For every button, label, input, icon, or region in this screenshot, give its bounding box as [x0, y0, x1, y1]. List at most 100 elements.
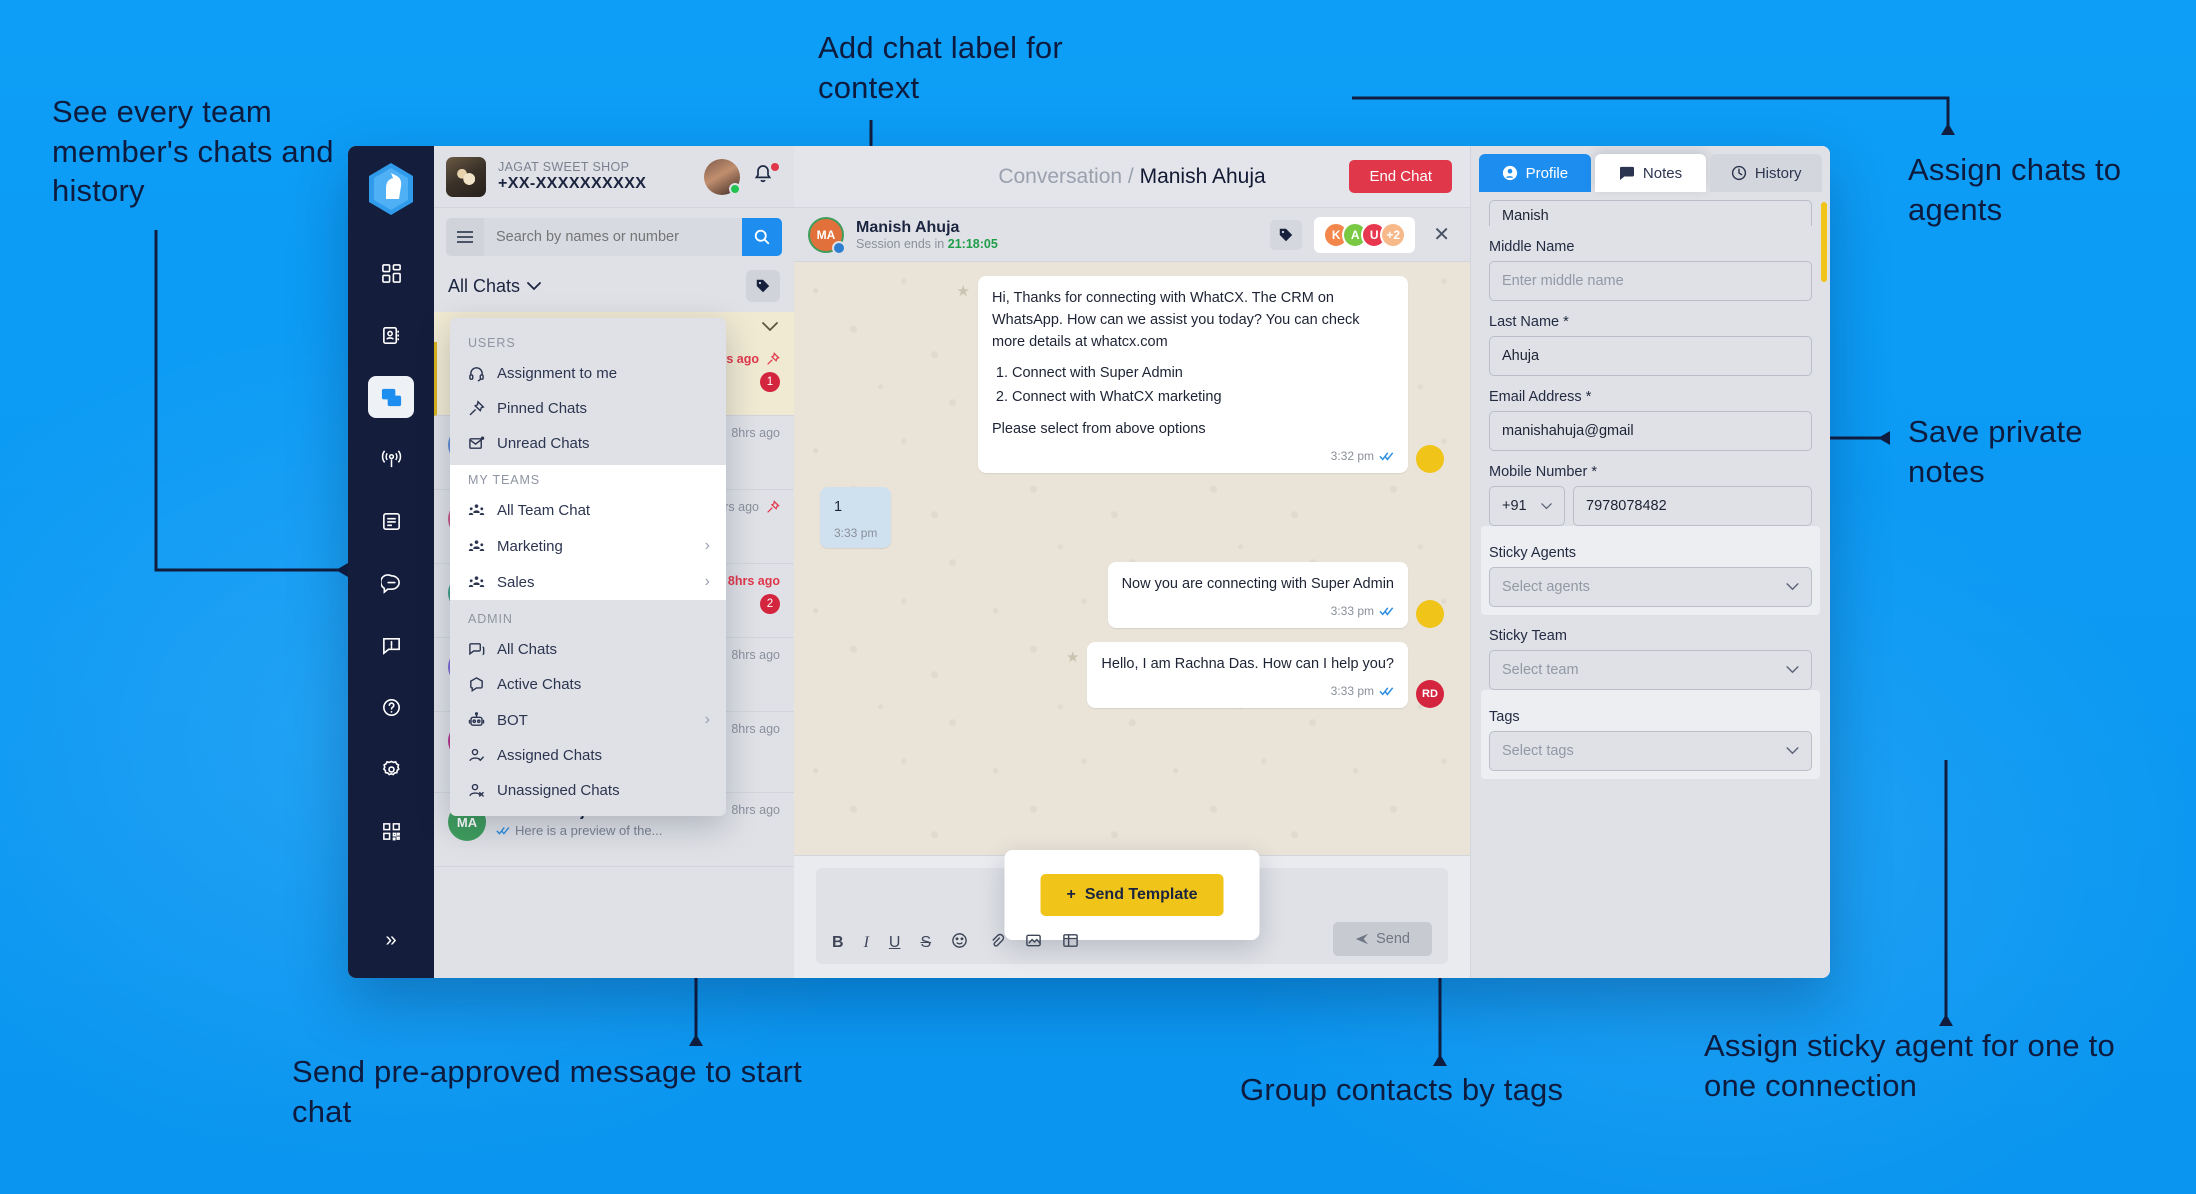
agent-avatar[interactable]: +2 [1380, 221, 1407, 248]
image-icon[interactable] [1025, 932, 1042, 954]
list-icon[interactable] [1062, 932, 1079, 954]
underline-icon[interactable]: U [889, 934, 901, 952]
chevron-down-icon [1786, 583, 1799, 591]
dropdown-item-label: All Chats [497, 641, 558, 658]
expand-sidebar-button[interactable]: » [368, 920, 414, 960]
search-icon[interactable] [742, 218, 782, 256]
rail-item-announcement[interactable] [368, 624, 414, 666]
rail-item-chats[interactable] [368, 376, 414, 418]
emoji-icon[interactable] [951, 932, 968, 954]
messages-area[interactable]: ★ Hi, Thanks for connecting with WhatCX.… [794, 262, 1470, 855]
dropdown-item-all-team-chat[interactable]: All Team Chat [450, 493, 726, 528]
chevron-down-icon [1541, 502, 1552, 509]
message-bubble: Now you are connecting with Super Admin … [1107, 562, 1408, 628]
notes-icon [1619, 166, 1634, 180]
dropdown-item-label: Unread Chats [497, 435, 590, 452]
message-time: 3:33 pm [1330, 604, 1374, 618]
conversation-subheader: MA Manish Ahuja Session ends in 21:18:05… [794, 208, 1470, 262]
country-code-value: +91 [1502, 498, 1527, 514]
team-icon [468, 574, 485, 591]
dropdown-group: USERS Assignment to me Pinned Chats Unre… [450, 328, 726, 461]
session-timer: Session ends in 21:18:05 [856, 237, 1258, 251]
search-input[interactable] [484, 218, 742, 256]
unread-mail-icon [468, 435, 485, 452]
dropdown-group: MY TEAMS All Team Chat Marketing › Sales… [450, 465, 726, 600]
attachment-icon[interactable] [988, 932, 1005, 954]
notifications-bell-icon[interactable] [752, 163, 782, 190]
tab-history[interactable]: History [1710, 154, 1823, 192]
italic-icon[interactable]: I [864, 934, 869, 952]
rail-item-settings[interactable] [368, 748, 414, 790]
text-input[interactable]: Enter middle name [1489, 261, 1812, 301]
send-template-button[interactable]: + Send Template [1040, 874, 1224, 916]
message-text: Hi, Thanks for connecting with WhatCX. T… [992, 290, 1360, 350]
select-placeholder: Select tags [1502, 743, 1574, 759]
select-input[interactable]: Select tags [1489, 731, 1812, 771]
field-label: Tags [1489, 709, 1520, 725]
tab-history-label: History [1754, 164, 1802, 182]
dropdown-item-sales[interactable]: Sales › [450, 564, 726, 600]
text-input[interactable]: Ahuja [1489, 336, 1812, 376]
profile-tabs: Profile Notes History [1471, 146, 1830, 192]
rail-item-campaigns[interactable] [368, 500, 414, 542]
tab-profile[interactable]: Profile [1479, 154, 1591, 192]
chat-list-column: JAGAT SWEET SHOP +XX-XXXXXXXXXX Search b… [434, 146, 794, 978]
profile-scrollbar[interactable] [1821, 202, 1827, 862]
breadcrumb-prefix: Conversation [998, 164, 1123, 188]
all-chats-label: All Chats [448, 275, 521, 296]
dropdown-item-active-chats[interactable]: Active Chats [450, 667, 726, 702]
chat-label-tag-icon[interactable] [1270, 219, 1303, 250]
dropdown-item-pinned-chats[interactable]: Pinned Chats [450, 391, 726, 426]
pin-icon[interactable] [766, 500, 780, 514]
dropdown-item-assignment-to-me[interactable]: Assignment to me [450, 356, 726, 391]
user-avatar[interactable] [704, 158, 741, 195]
rail-item-qr[interactable] [368, 810, 414, 852]
dropdown-item-assigned-chats[interactable]: Assigned Chats [450, 738, 726, 773]
rail-item-dashboard[interactable] [368, 252, 414, 294]
form-field: Mobile Number * +91 7978078482 [1489, 464, 1812, 526]
dropdown-item-unread-chats[interactable]: Unread Chats [450, 426, 726, 461]
pin-icon[interactable] [766, 352, 780, 366]
message-option: Connect with Super Admin [1012, 363, 1394, 385]
dropdown-item-label: Unassigned Chats [497, 782, 620, 799]
close-icon[interactable]: ✕ [1427, 222, 1456, 247]
dropdown-item-bot[interactable]: BOT › [450, 702, 726, 738]
country-code-select[interactable]: +91 [1489, 486, 1565, 526]
send-button[interactable]: Send [1333, 922, 1432, 956]
dropdown-item-unassigned-chats[interactable]: Unassigned Chats [450, 773, 726, 808]
rail-item-help[interactable] [368, 686, 414, 728]
label-filter-tag-icon[interactable] [746, 270, 780, 302]
rail-item-broadcast[interactable] [368, 438, 414, 480]
select-input[interactable]: Select agents [1489, 567, 1812, 607]
text-input[interactable]: manishahuja@gmail [1489, 411, 1812, 451]
composer-input-box[interactable]: + Send Template B I U S Send [816, 850, 1448, 964]
assigned-agents-stack[interactable]: K A U +2 [1314, 216, 1416, 253]
all-chats-dropdown-menu[interactable]: USERS Assignment to me Pinned Chats Unre… [450, 318, 726, 816]
star-icon[interactable]: ★ [957, 282, 970, 300]
rail-item-contacts[interactable] [368, 314, 414, 356]
mobile-number-input[interactable]: 7978078482 [1573, 486, 1812, 526]
double-tick-icon [496, 827, 510, 835]
end-chat-button[interactable]: End Chat [1349, 160, 1452, 193]
chats-icon [468, 641, 485, 658]
hamburger-icon[interactable] [446, 218, 484, 256]
bold-icon[interactable]: B [832, 934, 844, 952]
message-bubble: Hi, Thanks for connecting with WhatCX. T… [978, 276, 1408, 473]
dropdown-item-marketing[interactable]: Marketing › [450, 528, 726, 564]
dropdown-item-all-chats[interactable]: All Chats [450, 632, 726, 667]
dropdown-section-title: USERS [468, 336, 516, 350]
message-bubble: Hello, I am Rachna Das. How can I help y… [1087, 642, 1408, 708]
select-input[interactable]: Select team [1489, 650, 1812, 690]
rail-item-chat-dot[interactable] [368, 562, 414, 604]
chat-item-time: 8hrs ago [731, 722, 780, 736]
profile-scroll-thumb[interactable] [1821, 202, 1827, 282]
tab-notes[interactable]: Notes [1594, 154, 1707, 192]
star-icon[interactable]: ★ [1066, 648, 1079, 666]
text-input[interactable]: Manish [1489, 200, 1812, 226]
field-label: Middle Name [1489, 239, 1575, 255]
strikethrough-icon[interactable]: S [920, 934, 931, 952]
horse-logo-icon[interactable] [365, 160, 417, 218]
all-chats-dropdown-trigger[interactable]: All Chats [448, 276, 541, 297]
business-phone: +XX-XXXXXXXXXX [498, 175, 647, 192]
message-time: 3:33 pm [834, 526, 878, 541]
